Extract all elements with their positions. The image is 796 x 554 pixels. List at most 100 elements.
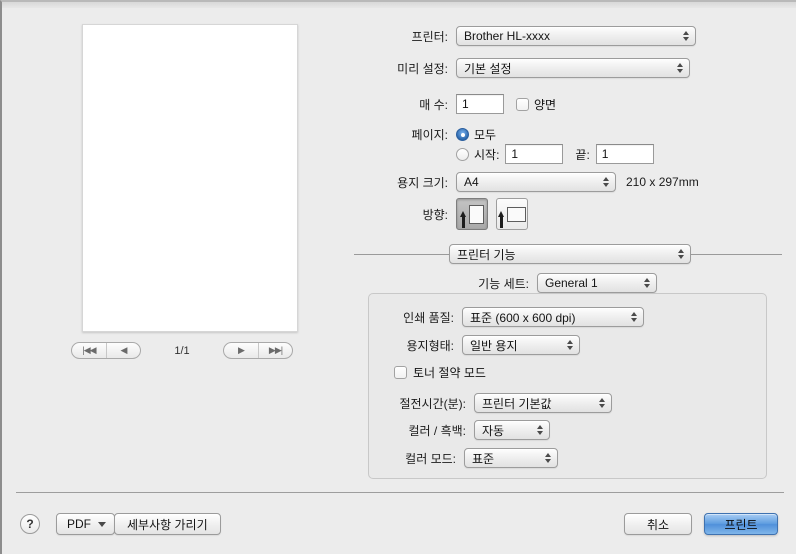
color-mono-select[interactable]: 자동 (474, 420, 550, 440)
preset-select[interactable]: 기본 설정 (456, 58, 690, 78)
chevron-updown-icon (678, 247, 685, 261)
chevron-updown-icon (644, 276, 651, 290)
paper-size-label: 용지 크기: (397, 175, 448, 190)
paper-size-select[interactable]: A4 (456, 172, 616, 192)
pages-label: 페이지: (411, 128, 448, 142)
chevron-updown-icon (599, 396, 606, 410)
pages-to-input[interactable]: 1 (595, 144, 654, 164)
color-mode-value: 표준 (472, 451, 495, 466)
print-quality-label: 인쇄 품질: (403, 310, 454, 325)
media-type-row: 용지형태: 일반 용지 (392, 335, 580, 355)
pages-from-input[interactable]: 1 (505, 144, 564, 164)
print-quality-row: 인쇄 품질: 표준 (600 x 600 dpi) (392, 307, 644, 327)
duplex-label: 양면 (534, 97, 557, 112)
last-page-button[interactable]: ▶▶| (258, 343, 292, 358)
copies-input-value: 1 (462, 97, 469, 111)
print-quality-select[interactable]: 표준 (600 x 600 dpi) (462, 307, 644, 327)
pdf-menu-button[interactable]: PDF (56, 513, 115, 535)
pdf-menu-label: PDF (67, 517, 91, 531)
previous-page-button[interactable]: ◀ (106, 343, 140, 358)
orientation-row: 방향: (354, 198, 528, 230)
copies-label: 매 수: (419, 97, 448, 112)
chevron-updown-icon (603, 175, 610, 189)
orientation-label: 방향: (422, 207, 448, 222)
sleep-time-value: 프린터 기본값 (482, 396, 552, 411)
sleep-time-row: 절전시간(분): 프린터 기본값 (386, 393, 612, 413)
pages-range-row: 시작: 1 끝: 1 (354, 144, 654, 164)
hide-details-button[interactable]: 세부사항 가리기 (114, 513, 221, 535)
color-mode-row: 컬러 모드: 표준 (394, 448, 558, 468)
pages-all-label: 모두 (474, 128, 497, 142)
orientation-portrait-button[interactable] (456, 198, 488, 230)
pane-select-value: 프린터 기능 (457, 247, 516, 262)
paper-size-row: 용지 크기: A4 210 x 297mm (354, 172, 699, 192)
printer-select[interactable]: Brother HL-xxxx (456, 26, 696, 46)
preview-navigation: |◀◀ ◀ 1/1 ▶ ▶▶| (12, 342, 352, 359)
color-mono-label: 컬러 / 흑백: (408, 423, 467, 438)
pages-range-radio[interactable] (456, 147, 469, 161)
pages-from-label: 시작: (474, 147, 500, 162)
page-indicator: 1/1 (174, 344, 190, 357)
pages-all-radio[interactable] (456, 128, 469, 141)
chevron-updown-icon (545, 451, 552, 465)
chevron-down-icon (98, 521, 106, 527)
cancel-button[interactable]: 취소 (624, 513, 692, 535)
arrow-up-icon (498, 211, 504, 228)
preset-label: 미리 설정: (397, 61, 448, 76)
media-type-label: 용지형태: (406, 338, 455, 353)
paper-size-value: A4 (464, 175, 479, 189)
chevron-updown-icon (537, 423, 544, 437)
pages-to-value: 1 (601, 147, 609, 161)
print-preview-pane: |◀◀ ◀ 1/1 ▶ ▶▶| (12, 16, 352, 359)
portrait-page-icon (469, 204, 484, 224)
feature-set-select[interactable]: General 1 (537, 273, 657, 293)
color-mono-row: 컬러 / 흑백: 자동 (394, 420, 550, 440)
pages-all-option[interactable]: 모두 (456, 126, 496, 143)
preset-select-value: 기본 설정 (464, 61, 512, 76)
media-type-select[interactable]: 일반 용지 (462, 335, 580, 355)
pages-range-option[interactable]: 시작: (456, 146, 499, 163)
toner-save-row[interactable]: 토너 절약 모드 (394, 364, 486, 381)
chevron-updown-icon (683, 29, 690, 43)
media-type-value: 일반 용지 (470, 338, 518, 353)
feature-set-value: General 1 (545, 276, 598, 290)
duplex-checkbox-row[interactable]: 양면 (516, 96, 556, 113)
paper-dimensions-text: 210 x 297mm (626, 175, 699, 189)
pages-to-label: 끝: (575, 147, 590, 162)
color-mono-value: 자동 (482, 423, 505, 438)
preset-row: 미리 설정: 기본 설정 (354, 58, 690, 78)
sleep-time-select[interactable]: 프린터 기본값 (474, 393, 612, 413)
feature-set-row: 기능 세트: General 1 (454, 273, 657, 293)
copies-row: 매 수: 1 양면 (354, 94, 556, 114)
print-quality-value: 표준 (600 x 600 dpi) (470, 310, 576, 325)
bottom-separator (16, 492, 784, 493)
sleep-time-label: 절전시간(분): (399, 396, 466, 411)
feature-set-label: 기능 세트: (478, 276, 529, 291)
printer-label: 프린터: (411, 29, 448, 44)
next-page-button[interactable]: ▶ (224, 343, 258, 358)
pages-from-value: 1 (511, 147, 519, 161)
preview-nav-back-group[interactable]: |◀◀ ◀ (71, 342, 141, 359)
pages-all-row: 페이지: 모두 (354, 126, 496, 143)
chevron-updown-icon (677, 61, 684, 75)
preview-nav-forward-group[interactable]: ▶ ▶▶| (223, 342, 293, 359)
preview-page-thumbnail (82, 24, 298, 332)
duplex-checkbox[interactable] (516, 97, 529, 111)
color-mode-label: 컬러 모드: (405, 451, 456, 466)
printer-select-value: Brother HL-xxxx (464, 29, 551, 43)
print-button[interactable]: 프린트 (704, 513, 778, 535)
printer-row: 프린터: Brother HL-xxxx (354, 26, 696, 46)
orientation-landscape-button[interactable] (496, 198, 528, 230)
copies-input[interactable]: 1 (456, 94, 504, 114)
pane-select[interactable]: 프린터 기능 (449, 244, 691, 264)
first-page-button[interactable]: |◀◀ (72, 343, 106, 358)
toner-save-checkbox[interactable] (394, 366, 407, 379)
color-mode-select[interactable]: 표준 (464, 448, 558, 468)
chevron-updown-icon (631, 310, 638, 324)
arrow-up-icon (460, 211, 466, 228)
help-button[interactable]: ? (20, 514, 40, 534)
chevron-updown-icon (567, 338, 574, 352)
toner-save-label: 토너 절약 모드 (413, 366, 486, 380)
print-dialog-window: |◀◀ ◀ 1/1 ▶ ▶▶| 프린터: Brother HL-xxxx 미리 … (0, 0, 796, 554)
landscape-page-icon (507, 206, 526, 222)
